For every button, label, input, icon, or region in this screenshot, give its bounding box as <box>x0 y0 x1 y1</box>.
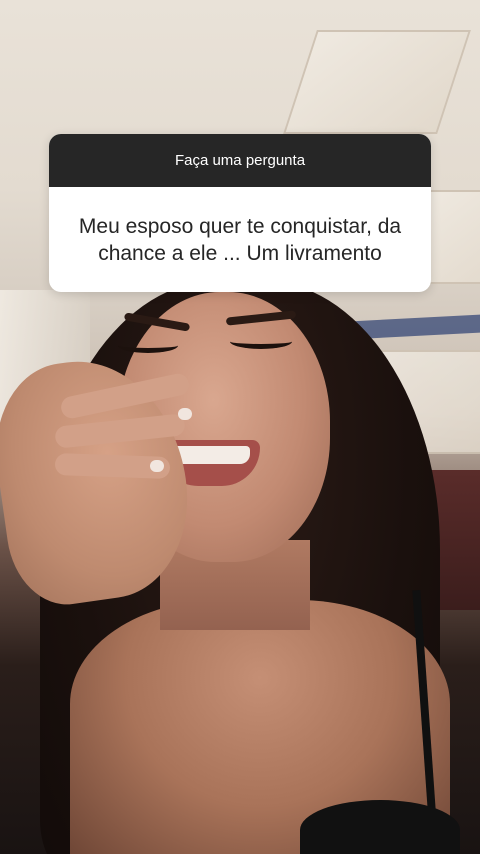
question-sticker[interactable]: Faça uma pergunta Meu esposo quer te con… <box>49 134 431 292</box>
fingernail <box>150 460 164 472</box>
fingernail <box>178 408 192 420</box>
question-text: Meu esposo quer te conquistar, da chance… <box>78 214 402 265</box>
question-sticker-title: Faça uma pergunta <box>49 134 431 187</box>
eye-right <box>230 334 292 349</box>
story-viewer[interactable]: Faça uma pergunta Meu esposo quer te con… <box>0 0 480 854</box>
clothing <box>300 800 460 854</box>
eye-left <box>118 338 178 353</box>
ceiling-panel <box>283 30 471 134</box>
